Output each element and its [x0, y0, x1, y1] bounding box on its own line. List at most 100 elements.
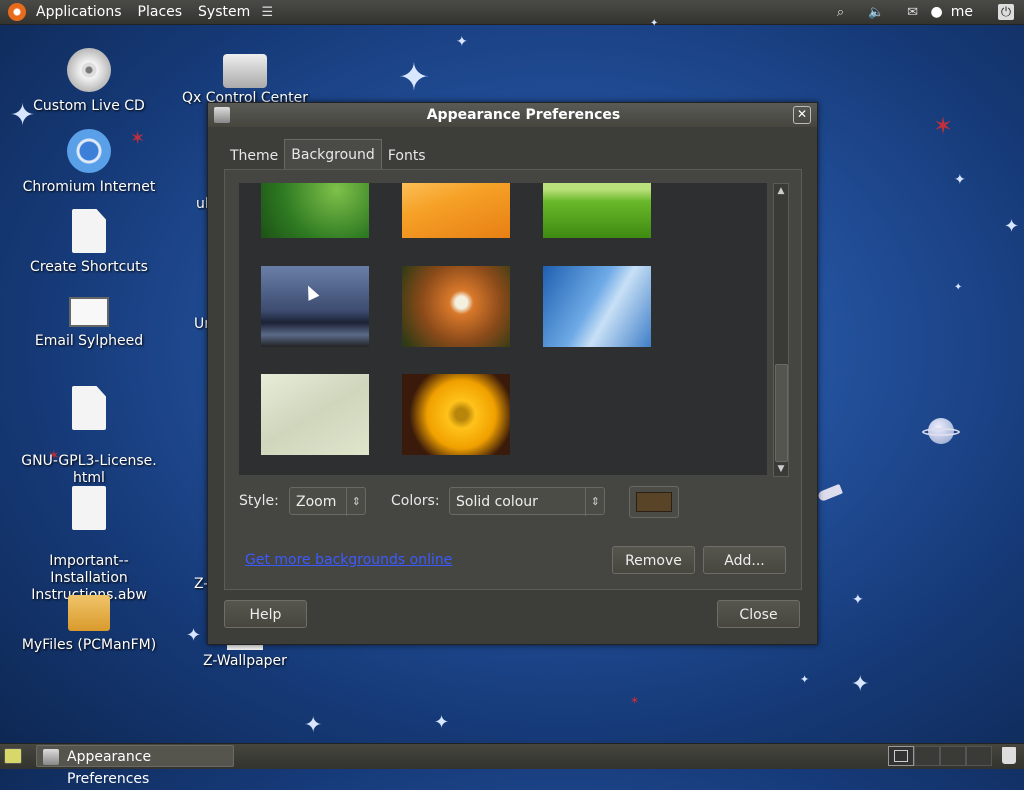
star-decoration: ✦ [954, 172, 966, 188]
help-button[interactable]: Help [224, 600, 307, 628]
desktop-icon-partial[interactable]: Ur [194, 316, 210, 333]
desktop-icon-label: Create Shortcuts [30, 259, 148, 275]
chromium-icon [67, 129, 111, 173]
dandelion-wallpaper[interactable] [402, 266, 510, 347]
user-name: me [950, 4, 973, 20]
workspace-1[interactable] [888, 746, 914, 766]
desktop-icon-partial[interactable]: Z- [194, 576, 208, 593]
desktop-icon-email-sylpheed[interactable]: Email Sylpheed [14, 289, 164, 350]
appearance-icon [43, 749, 59, 765]
tab-theme[interactable]: Theme [224, 142, 284, 170]
user-icon: ● [930, 4, 943, 20]
window-titlebar[interactable]: Appearance Preferences ✕ [208, 103, 817, 127]
menu-system[interactable]: System [190, 0, 258, 24]
workspace-switcher[interactable] [888, 746, 994, 766]
add-button[interactable]: Add... [703, 546, 786, 574]
color-swatch [636, 492, 672, 512]
appearance-icon [214, 107, 230, 123]
desktop-icon-label: Z-Wallpaper [203, 653, 287, 669]
top-panel: Applications Places System ☰ ⌕ 🔈 ✉ ● me … [0, 0, 1024, 25]
trash-icon[interactable] [1002, 747, 1016, 764]
document-icon [72, 386, 106, 430]
star-decoration: ✦ [800, 673, 810, 686]
chevron-updown-icon: ⇕ [345, 488, 361, 516]
colors-combo-value: Solid colour [456, 494, 538, 510]
remove-button[interactable]: Remove [612, 546, 695, 574]
star-decoration: ✦ [186, 625, 202, 646]
star-decoration: ✦ [304, 713, 323, 738]
document-icon [72, 209, 106, 253]
green-hills-wallpaper[interactable] [543, 183, 651, 238]
star-decoration: ✦ [852, 592, 864, 608]
style-combo[interactable]: Zoom ⇕ [289, 487, 366, 516]
folder-icon [68, 595, 110, 631]
star-decoration: ✦ [1004, 216, 1020, 237]
get-more-backgrounds-link[interactable]: Get more backgrounds online [245, 552, 452, 568]
stormy-sky-wallpaper[interactable] [261, 266, 369, 347]
workspace-2[interactable] [914, 746, 940, 766]
colors-label: Colors: [391, 493, 440, 509]
color-picker-button[interactable] [629, 486, 679, 518]
background-tab-panel: ▲ ▼ Style: Zoom ⇕ Colors: Solid colour ⇕… [224, 169, 802, 590]
desktop-icon-z-wallpaper[interactable]: Z-Wallpaper [170, 644, 320, 670]
star-decoration: ✦ [434, 712, 450, 733]
blue-curves-wallpaper[interactable] [543, 266, 651, 347]
power-icon[interactable]: ⏻ [998, 4, 1014, 20]
tab-bar: Theme Background Fonts [224, 139, 432, 170]
desktop-icon-chromium[interactable]: Chromium Internet [14, 129, 164, 196]
desktop-icon-label: MyFiles (PCManFM) [21, 637, 157, 653]
close-icon[interactable]: ✕ [793, 106, 811, 124]
tab-background[interactable]: Background [284, 139, 382, 170]
star-decoration: ✦ [650, 18, 659, 29]
user-menu[interactable]: ● me [931, 4, 973, 20]
window-title: Appearance Preferences [426, 107, 621, 123]
cd-icon [67, 48, 111, 92]
appearance-preferences-window: Appearance Preferences ✕ Theme Backgroun… [207, 102, 818, 645]
desktop-icon-label: Custom Live CD [33, 98, 145, 114]
taskbar-appearance-preferences[interactable]: Appearance Preferences [36, 745, 234, 787]
close-button[interactable]: Close [717, 600, 800, 628]
desktop-icon-label: Chromium Internet [22, 179, 156, 195]
workspace-4[interactable] [966, 746, 992, 766]
wallpaper-scrollbar[interactable]: ▲ ▼ [773, 183, 789, 477]
tab-fonts[interactable]: Fonts [382, 142, 432, 170]
star-decoration: ✦ [456, 34, 468, 50]
desktop-icon-create-shortcuts[interactable]: Create Shortcuts [14, 209, 164, 276]
network-icon[interactable]: ⌕ [832, 4, 850, 20]
desktop-icon-custom-live-cd[interactable]: Custom Live CD [14, 48, 164, 115]
abw-document-icon [72, 486, 106, 530]
star-decoration: ✦ [851, 672, 870, 697]
planet-icon [922, 418, 960, 448]
style-combo-value: Zoom [296, 494, 337, 510]
bottom-panel: Appearance Preferences [0, 743, 1024, 787]
red-star-decoration: ✶ [933, 112, 954, 140]
desktop-icon-qx-control-center[interactable]: Qx Control Center [170, 54, 320, 107]
volume-icon[interactable]: 🔈 [868, 4, 886, 20]
system-tray: ⌕ 🔈 ✉ ● me ⏻ [823, 0, 1024, 24]
menu-places[interactable]: Places [130, 0, 191, 24]
scroll-up-icon[interactable]: ▲ [774, 184, 788, 198]
qx-control-center-icon [223, 54, 267, 88]
chevron-updown-icon: ⇕ [584, 488, 600, 516]
workspace-3[interactable] [940, 746, 966, 766]
menu-applications[interactable]: Applications [28, 0, 130, 24]
colors-combo[interactable]: Solid colour ⇕ [449, 487, 605, 516]
wallpaper-grid [239, 183, 767, 475]
desktop-icon-myfiles[interactable]: MyFiles (PCManFM) [14, 589, 164, 654]
desktop-icon-label: Email Sylpheed [34, 333, 144, 349]
yellow-flower-wallpaper[interactable] [402, 374, 510, 455]
red-star-decoration: ✶ [630, 694, 640, 707]
orange-waves-wallpaper[interactable] [402, 183, 510, 238]
mail-icon[interactable]: ✉ [904, 4, 922, 20]
green-leaf-wallpaper[interactable] [261, 183, 369, 238]
star-decoration: ✦ [954, 282, 963, 293]
rocket-icon [817, 483, 843, 503]
cream-texture-wallpaper[interactable] [261, 374, 369, 455]
show-desktop-icon[interactable] [4, 748, 22, 764]
ubuntu-logo-icon[interactable] [8, 3, 26, 21]
mail-icon [69, 297, 109, 327]
scrollbar-thumb[interactable] [775, 364, 788, 462]
scroll-down-icon[interactable]: ▼ [774, 462, 788, 476]
launcher-icon[interactable]: ☰ [258, 4, 276, 20]
style-label: Style: [239, 493, 279, 509]
